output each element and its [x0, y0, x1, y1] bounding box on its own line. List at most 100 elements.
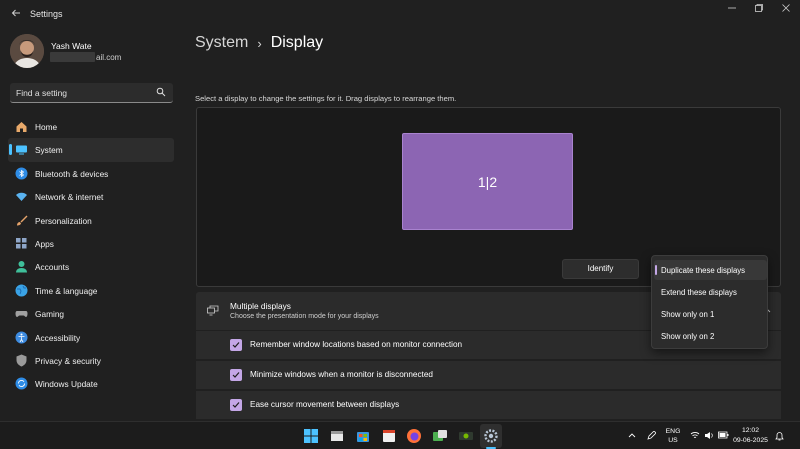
windows-start-icon[interactable] [303, 428, 319, 444]
dropdown-option-label: Duplicate these displays [661, 266, 746, 275]
pen-icon[interactable] [646, 430, 657, 441]
sidebar-item-label: Accounts [35, 262, 70, 273]
profile-email: ail.com [96, 53, 122, 62]
back-arrow-icon [11, 9, 20, 17]
close-button[interactable] [771, 2, 800, 18]
region-indicator: US [668, 437, 678, 444]
sidebar-item-apps[interactable]: Apps [8, 232, 174, 255]
home-icon [16, 122, 27, 132]
file-explorer-icon[interactable] [329, 428, 345, 444]
sidebar-nav: Home System Bluetooth & devices Network … [8, 115, 174, 396]
checkbox-row-ease-cursor: Ease cursor movement between displays [196, 391, 781, 419]
checkmark-icon [232, 342, 240, 348]
sidebar-item-bluetooth[interactable]: Bluetooth & devices [8, 162, 174, 185]
language-indicator[interactable]: ENG [664, 428, 682, 435]
app-title: Settings [30, 9, 63, 19]
user-photo-icon [10, 34, 44, 68]
maximize-button[interactable] [744, 2, 774, 18]
monitor-label: 1|2 [477, 174, 498, 190]
firefox-icon[interactable] [406, 428, 422, 444]
gaming-icon [15, 311, 28, 318]
minimize-windows-checkbox[interactable] [230, 369, 242, 381]
accounts-icon [16, 261, 27, 273]
sidebar-item-windows-update[interactable]: Windows Update [8, 372, 174, 395]
checkmark-icon [232, 402, 240, 408]
breadcrumb: System › Display [195, 34, 323, 52]
sidebar-item-label: Windows Update [35, 379, 98, 390]
dropdown-option-extend[interactable]: Extend these displays [654, 282, 767, 302]
monitor-tile[interactable]: 1|2 [402, 133, 573, 230]
sidebar-item-system[interactable]: System [8, 138, 174, 162]
remember-locations-checkbox[interactable] [230, 339, 242, 351]
sidebar-item-accounts[interactable]: Accounts [8, 255, 174, 278]
microsoft-store-icon[interactable] [355, 428, 371, 444]
breadcrumb-parent[interactable]: System [195, 34, 248, 52]
taskbar: ENG US 12:02 09-06-2025 [0, 421, 800, 449]
sidebar-item-label: Home [35, 122, 58, 132]
calendar-icon[interactable] [381, 428, 397, 444]
minimize-icon [728, 7, 736, 9]
checkbox-label: Ease cursor movement between displays [250, 400, 400, 409]
display-instructions: Select a display to change the settings … [195, 94, 457, 103]
search-icon[interactable] [156, 87, 166, 97]
selected-indicator [655, 265, 657, 275]
update-icon [15, 377, 28, 390]
sidebar-item-label: Gaming [35, 309, 65, 320]
sidebar-item-label: Privacy & security [35, 355, 101, 366]
identify-button[interactable]: Identify [562, 259, 639, 279]
checkbox-row-minimize-windows: Minimize windows when a monitor is disco… [196, 361, 781, 389]
page-title: Display [270, 34, 324, 51]
sidebar-item-label: Personalization [35, 215, 92, 226]
gpu-app-icon[interactable] [458, 428, 474, 444]
breadcrumb-separator: › [257, 35, 262, 51]
email-redaction [50, 52, 95, 62]
multiple-displays-subtitle: Choose the presentation mode for your di… [230, 313, 379, 320]
multiple-displays-icon [207, 305, 219, 316]
back-button[interactable] [8, 6, 24, 22]
sidebar-item-privacy[interactable]: Privacy & security [8, 349, 174, 372]
search-input[interactable] [16, 87, 156, 99]
dropdown-option-label: Show only on 1 [661, 310, 715, 319]
dropdown-option-show-only-2[interactable]: Show only on 2 [654, 326, 767, 346]
sidebar-item-label: System [35, 145, 63, 156]
network-icon [16, 192, 27, 202]
checkbox-label: Minimize windows when a monitor is disco… [250, 370, 433, 379]
presentation-mode-dropdown: Duplicate these displays Extend these di… [651, 255, 768, 349]
sidebar-item-gaming[interactable]: Gaming [8, 302, 174, 325]
brush-icon [17, 215, 28, 226]
avatar[interactable] [10, 34, 44, 68]
dropdown-option-label: Extend these displays [661, 288, 737, 297]
sidebar-item-network[interactable]: Network & internet [8, 185, 174, 208]
clock-time[interactable]: 12:02 [733, 427, 768, 434]
chat-app-icon[interactable] [432, 428, 448, 444]
ease-cursor-checkbox[interactable] [230, 399, 242, 411]
minimize-button[interactable] [717, 2, 747, 18]
sidebar-item-label: Bluetooth & devices [35, 168, 109, 179]
shield-icon [16, 354, 27, 367]
bluetooth-icon [15, 167, 28, 180]
chevron-up-icon[interactable] [627, 431, 637, 441]
close-icon [782, 4, 790, 12]
checkbox-label: Remember window locations based on monit… [250, 340, 463, 349]
restore-icon [755, 4, 763, 12]
battery-icon[interactable] [718, 431, 729, 441]
sidebar-item-home[interactable]: Home [8, 115, 174, 138]
notification-bell-icon[interactable] [774, 431, 784, 441]
dropdown-option-duplicate[interactable]: Duplicate these displays [654, 260, 767, 280]
search-box[interactable] [10, 83, 173, 103]
clock-date[interactable]: 09-06-2025 [733, 437, 768, 444]
accessibility-icon [15, 331, 28, 344]
sidebar-item-personalization[interactable]: Personalization [8, 209, 174, 232]
title-bar: Settings [0, 0, 800, 28]
sidebar-item-label: Network & internet [35, 192, 104, 203]
sidebar-item-time-language[interactable]: Time & language [8, 279, 174, 302]
wifi-icon[interactable] [690, 431, 700, 441]
sidebar-item-label: Accessibility [35, 332, 81, 343]
settings-icon[interactable] [483, 428, 499, 444]
dropdown-option-label: Show only on 2 [661, 332, 715, 341]
volume-icon[interactable] [704, 431, 714, 441]
system-icon [16, 145, 27, 155]
sidebar-item-label: Time & language [35, 285, 98, 296]
sidebar-item-accessibility[interactable]: Accessibility [8, 326, 174, 349]
dropdown-option-show-only-1[interactable]: Show only on 1 [654, 304, 767, 324]
